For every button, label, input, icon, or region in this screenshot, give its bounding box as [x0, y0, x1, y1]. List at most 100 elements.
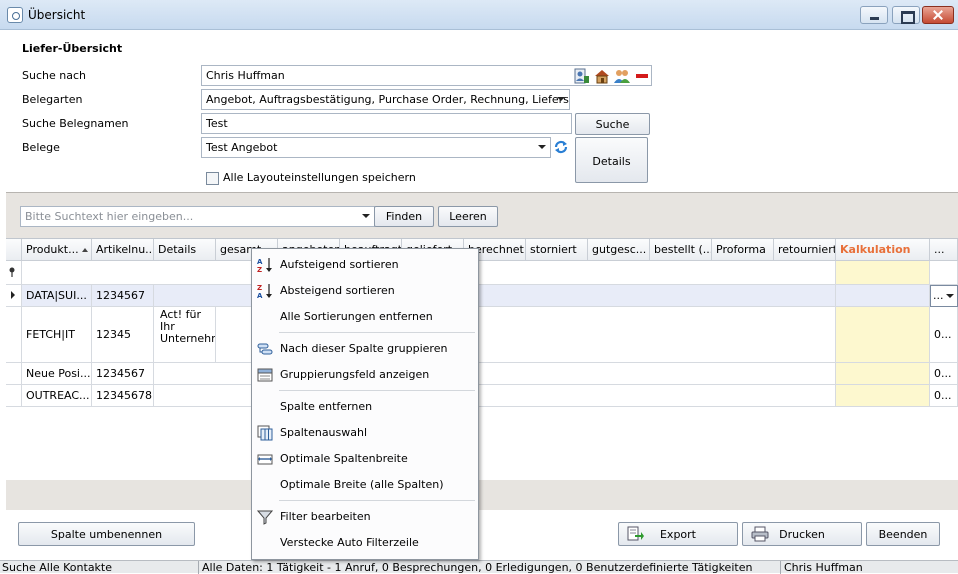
group-icon[interactable]	[614, 68, 630, 84]
menu-item-show-group-panel[interactable]: Gruppierungsfeld anzeigen	[252, 362, 478, 388]
printer-icon	[751, 526, 769, 542]
column-header-calculation[interactable]: Kalkulation	[836, 239, 930, 261]
column-header-details[interactable]: Details	[154, 239, 216, 261]
menu-item-label: Alle Sortierungen entfernen	[280, 310, 433, 323]
doc-name-label: Suche Belegnamen	[22, 117, 129, 130]
menu-item-sort-descending[interactable]: ZA Absteigend sortieren	[252, 278, 478, 304]
table-row-article[interactable]: 12345	[92, 307, 154, 363]
menu-item-group-by-column[interactable]: Nach dieser Spalte gruppieren	[252, 336, 478, 362]
column-header-purchased[interactable]: bestellt (...	[650, 239, 712, 261]
menu-separator	[279, 500, 475, 501]
print-button[interactable]: Drucken	[742, 522, 862, 546]
table-row-product[interactable]: DATA|SUI...	[22, 285, 92, 307]
group-panel-icon	[257, 368, 273, 382]
menu-item-label: Verstecke Auto Filterzeile	[280, 536, 419, 549]
chevron-down-icon	[538, 145, 546, 149]
docs-dropdown[interactable]: Test Angebot	[201, 137, 551, 158]
close-window-button[interactable]	[922, 6, 954, 24]
close-button[interactable]: Beenden	[866, 522, 940, 546]
svg-text:Z: Z	[257, 284, 262, 292]
sort-descending-icon: ZA	[257, 284, 272, 299]
menu-item-best-fit-all[interactable]: Optimale Breite (alle Spalten)	[252, 472, 478, 498]
menu-item-best-fit[interactable]: Optimale Spaltenbreite	[252, 446, 478, 472]
table-row-more[interactable]: 0...	[930, 307, 958, 363]
minimize-button[interactable]	[860, 6, 888, 24]
table-row-calculation[interactable]	[836, 307, 930, 363]
column-header-proforma[interactable]: Proforma	[712, 239, 774, 261]
column-header-credited[interactable]: gutgesc...	[588, 239, 650, 261]
export-label: Export	[659, 528, 696, 541]
print-label: Drucken	[779, 528, 825, 541]
table-row-details[interactable]: Act! für Ihr Unternehmen	[154, 307, 216, 363]
table-row-calculation[interactable]	[836, 363, 930, 385]
details-button[interactable]: Details	[575, 137, 648, 183]
export-button[interactable]: Export	[618, 522, 738, 546]
column-header-cancelled[interactable]: storniert	[526, 239, 588, 261]
maximize-button[interactable]	[892, 6, 920, 24]
svg-text:Z: Z	[257, 266, 262, 273]
row-indicator	[6, 363, 22, 385]
status-separator	[198, 561, 199, 574]
grid-search-placeholder: Bitte Suchtext hier eingeben...	[25, 210, 194, 223]
docs-value: Test Angebot	[206, 141, 278, 154]
best-fit-icon	[257, 454, 273, 465]
menu-separator	[279, 390, 475, 391]
rename-column-button[interactable]: Spalte umbenennen	[18, 522, 195, 546]
doc-types-value: Angebot, Auftragsbestätigung, Purchase O…	[206, 93, 570, 106]
menu-item-sort-ascending[interactable]: AZ Aufsteigend sortieren	[252, 252, 478, 278]
table-row-calculation[interactable]	[836, 285, 930, 307]
form-heading: Liefer-Übersicht	[22, 42, 123, 55]
table-row-more[interactable]: 0...	[930, 363, 958, 385]
grid-search-input[interactable]: Bitte Suchtext hier eingeben...	[20, 206, 375, 227]
row-dropdown-value: ...	[933, 289, 944, 302]
doc-name-input[interactable]: Test	[201, 113, 572, 134]
company-icon[interactable]	[594, 68, 610, 84]
menu-item-column-chooser[interactable]: Spaltenauswahl	[252, 420, 478, 446]
sort-ascending-icon: AZ	[257, 258, 272, 273]
filter-cell-more[interactable]	[930, 261, 958, 285]
status-left: Suche Alle Kontakte	[2, 561, 113, 574]
find-button[interactable]: Finden	[374, 206, 434, 227]
menu-item-remove-column[interactable]: Spalte entfernen	[252, 394, 478, 420]
table-row-product[interactable]: FETCH|IT	[22, 307, 92, 363]
table-row-article[interactable]: 1234567	[92, 285, 154, 307]
menu-item-label: Gruppierungsfeld anzeigen	[280, 368, 430, 381]
contact-lookup-icon[interactable]	[574, 68, 590, 84]
remove-icon[interactable]	[634, 68, 650, 84]
column-header-product[interactable]: Produkt...	[22, 239, 92, 261]
menu-item-label: Absteigend sortieren	[280, 284, 395, 297]
table-row-product[interactable]: Neue Posi...	[22, 363, 92, 385]
search-by-label: Suche nach	[22, 69, 86, 82]
search-by-field[interactable]: Chris Huffman	[201, 65, 652, 86]
clear-button[interactable]: Leeren	[438, 206, 498, 227]
table-row-product[interactable]: OUTREAC...	[22, 385, 92, 407]
refresh-icon[interactable]	[553, 139, 569, 155]
menu-item-clear-sorting[interactable]: Alle Sortierungen entfernen	[252, 304, 478, 330]
menu-item-edit-filter[interactable]: Filter bearbeiten	[252, 504, 478, 530]
filter-row-indicator	[6, 261, 22, 285]
row-indicator	[6, 285, 22, 307]
menu-item-label: Aufsteigend sortieren	[280, 258, 399, 271]
menu-item-hide-auto-filter[interactable]: Verstecke Auto Filterzeile	[252, 530, 478, 556]
app-icon	[7, 7, 23, 23]
menu-item-label: Spalte entfernen	[280, 400, 373, 413]
filter-cell-calculation[interactable]	[836, 261, 930, 285]
search-button[interactable]: Suche	[575, 113, 650, 135]
table-row-article[interactable]: 1234567	[92, 363, 154, 385]
table-row-article[interactable]: 12345678	[92, 385, 154, 407]
table-row-calculation[interactable]	[836, 385, 930, 407]
save-layout-checkbox[interactable]	[206, 172, 219, 185]
search-form: Liefer-Übersicht Suche nach Chris Huffma…	[0, 31, 958, 192]
column-context-menu: AZ Aufsteigend sortieren ZA Absteigend s…	[251, 248, 479, 560]
row-dropdown-cell[interactable]: ...	[930, 285, 958, 307]
column-header-returned[interactable]: retourniert	[774, 239, 836, 261]
column-header-more[interactable]: ...	[930, 239, 958, 261]
menu-item-label: Filter bearbeiten	[280, 510, 371, 523]
search-by-value: Chris Huffman	[206, 69, 285, 82]
row-indicator	[6, 385, 22, 407]
doc-types-dropdown[interactable]: Angebot, Auftragsbestätigung, Purchase O…	[201, 89, 570, 110]
menu-item-label: Nach dieser Spalte gruppieren	[280, 342, 448, 355]
row-indicator	[6, 307, 22, 363]
table-row-more[interactable]: 0...	[930, 385, 958, 407]
column-header-article[interactable]: Artikelnu...	[92, 239, 154, 261]
